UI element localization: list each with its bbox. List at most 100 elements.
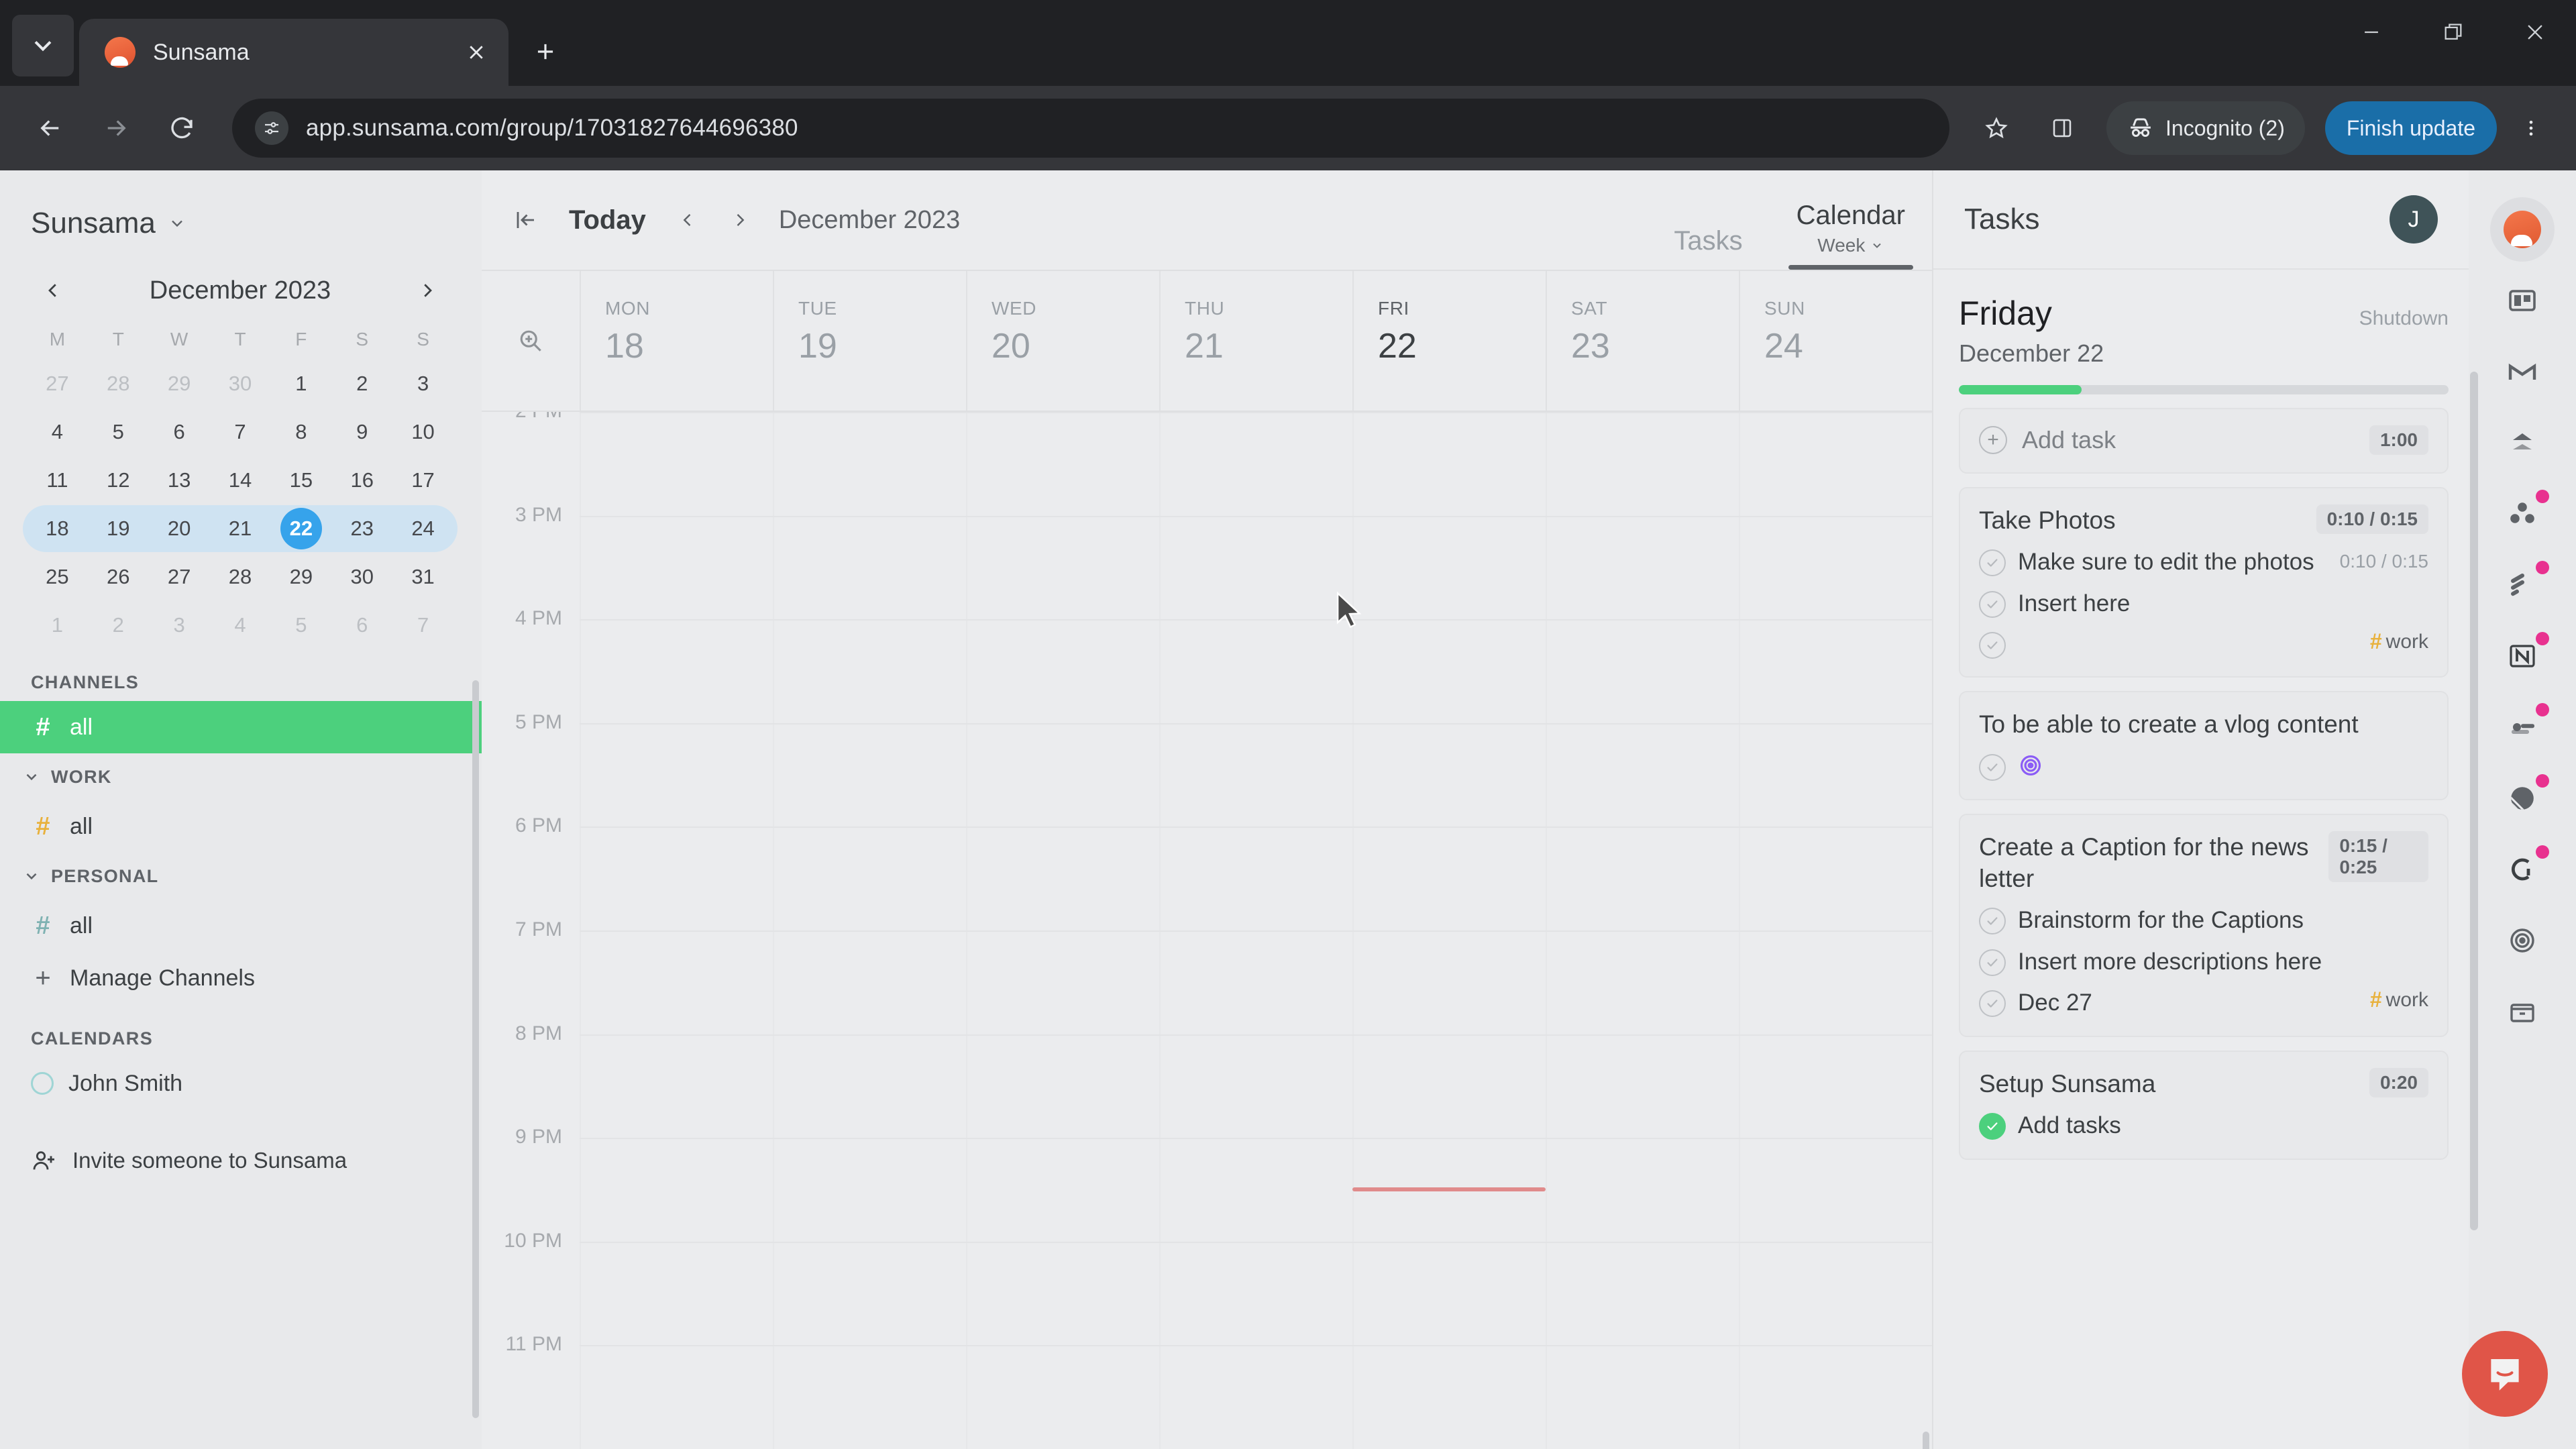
calendar-slot[interactable] (1159, 413, 1352, 516)
calendar-slot[interactable] (1546, 1242, 1739, 1346)
task-time-pill[interactable]: 0:15 / 0:25 (2328, 830, 2428, 882)
calendar-slot[interactable] (1546, 1035, 1739, 1138)
rail-item-jira[interactable] (2490, 695, 2555, 759)
mini-cal-day[interactable]: 27 (27, 360, 88, 408)
calendar-slot[interactable] (580, 1242, 773, 1346)
mini-cal-day[interactable]: 18 (27, 504, 88, 553)
zoom-control[interactable] (482, 271, 580, 411)
task-card[interactable]: Create a Caption for the news letter 0:15… (1959, 813, 2449, 1037)
mini-cal-next-button[interactable] (409, 272, 445, 309)
browser-tab[interactable]: Sunsama (79, 19, 508, 86)
mini-cal-day[interactable]: 28 (88, 360, 149, 408)
calendar-slot[interactable] (1739, 1035, 1932, 1138)
rail-item-goals[interactable] (2490, 908, 2555, 973)
calendar-slot[interactable] (1546, 621, 1739, 723)
task-time-pill[interactable]: 0:10 / 0:15 (2316, 504, 2428, 534)
calendar-slot[interactable] (966, 1346, 1159, 1449)
task-footer-row[interactable]: Dec 27 # work (1979, 987, 2428, 1018)
sidebar-group-personal[interactable]: PERSONAL (0, 853, 482, 900)
calendar-slot[interactable] (966, 724, 1159, 827)
mini-cal-day[interactable]: 21 (210, 504, 271, 553)
mini-cal-day[interactable]: 7 (210, 408, 271, 456)
manage-channels-button[interactable]: + Manage Channels (0, 952, 482, 1004)
calendar-slot[interactable] (1159, 621, 1352, 723)
calendar-slot[interactable] (1739, 1139, 1932, 1242)
forward-button[interactable] (86, 98, 146, 158)
check-circle-icon[interactable] (1979, 590, 2006, 618)
check-circle-icon[interactable] (1979, 1113, 2006, 1140)
calendar-slot[interactable] (1352, 413, 1546, 516)
task-channel-tag[interactable]: # work (2370, 987, 2428, 1012)
calendar-slot[interactable] (1352, 517, 1546, 620)
today-button[interactable]: Today (562, 205, 653, 235)
mini-cal-day[interactable]: 2 (88, 601, 149, 649)
add-task-row[interactable]: + Add task 1:00 (1979, 425, 2428, 455)
mini-cal-day[interactable]: 6 (149, 408, 210, 456)
collapse-sidebar-button[interactable] (507, 201, 545, 239)
sidebar-channel-work-all[interactable]: # all (0, 800, 482, 853)
calendar-slot[interactable] (1159, 931, 1352, 1034)
day-column-tue[interactable]: TUE 19 (773, 271, 966, 411)
mini-cal-day[interactable]: 11 (27, 456, 88, 504)
calendar-slot[interactable] (1352, 1242, 1546, 1346)
calendar-slot[interactable] (1546, 413, 1739, 516)
tab-tasks[interactable]: Tasks (1647, 170, 1769, 270)
day-column-fri[interactable]: FRI 22 (1352, 271, 1546, 411)
calendar-slot[interactable] (1739, 1346, 1932, 1449)
day-column-thu[interactable]: THU 21 (1159, 271, 1352, 411)
calendar-slot[interactable] (773, 1139, 966, 1242)
sidebar-channel-personal-all[interactable]: # all (0, 900, 482, 952)
calendar-slot[interactable] (1546, 1346, 1739, 1449)
mini-cal-day[interactable]: 3 (149, 601, 210, 649)
day-column-sat[interactable]: SAT 23 (1546, 271, 1739, 411)
calendar-slot[interactable] (773, 413, 966, 516)
rail-item-sunsama[interactable] (2490, 197, 2555, 262)
calendar-slot[interactable] (1739, 724, 1932, 827)
mini-cal-day[interactable]: 8 (270, 408, 331, 456)
calendar-slot[interactable] (580, 1139, 773, 1242)
task-card[interactable]: Take Photos 0:10 / 0:15 Make sure to edit … (1959, 487, 2449, 678)
calendar-slot[interactable] (1159, 1346, 1352, 1449)
mini-cal-day[interactable]: 19 (88, 504, 149, 553)
sidebar-scrollbar[interactable] (472, 680, 479, 1418)
maximize-button[interactable] (2412, 0, 2494, 64)
calendar-slot[interactable] (773, 828, 966, 930)
calendar-slot[interactable] (580, 724, 773, 827)
calendar-slot[interactable] (1352, 724, 1546, 827)
calendar-slot[interactable] (1546, 931, 1739, 1034)
sidebar-calendar-john-smith[interactable]: John Smith (0, 1057, 482, 1110)
calendar-slot[interactable] (580, 1346, 773, 1449)
tab-search-button[interactable] (12, 15, 74, 76)
calendar-slot[interactable] (966, 1242, 1159, 1346)
rail-item-notion[interactable] (2490, 624, 2555, 688)
calendar-slot[interactable] (1739, 413, 1932, 516)
calendar-slot[interactable] (966, 517, 1159, 620)
calendar-grid[interactable]: 2 PM 3 PM 4 PM 5 PM 6 PM 7 PM 8 PM 9 PM 10 PM 11 … (482, 412, 1932, 1449)
calendar-slot[interactable] (773, 931, 966, 1034)
next-week-button[interactable] (722, 203, 757, 237)
mini-cal-day[interactable]: 26 (88, 553, 149, 601)
calendar-slot[interactable] (1159, 828, 1352, 930)
calendar-slot[interactable] (1546, 517, 1739, 620)
mini-cal-day[interactable]: 4 (210, 601, 271, 649)
mini-cal-day[interactable]: 5 (270, 601, 331, 649)
calendar-slot[interactable] (773, 621, 966, 723)
reload-button[interactable] (152, 98, 212, 158)
check-circle-icon[interactable] (1979, 949, 2006, 976)
mini-cal-day[interactable]: 22 (270, 504, 331, 553)
new-tab-button[interactable] (521, 27, 570, 76)
calendar-slot[interactable] (773, 1242, 966, 1346)
calendar-slot[interactable] (580, 931, 773, 1034)
mini-cal-day[interactable]: 1 (27, 601, 88, 649)
tab-close-button[interactable] (459, 35, 494, 70)
rail-item-slack[interactable] (2490, 411, 2555, 475)
mini-cal-day[interactable]: 27 (149, 553, 210, 601)
side-panel-button[interactable] (2035, 101, 2089, 155)
calendar-slot[interactable] (1159, 724, 1352, 827)
calendar-slot[interactable] (773, 724, 966, 827)
sidebar-group-work[interactable]: WORK (0, 753, 482, 800)
calendar-slot[interactable] (1159, 517, 1352, 620)
mini-cal-day[interactable]: 25 (27, 553, 88, 601)
minimize-button[interactable] (2330, 0, 2412, 64)
avatar[interactable]: J (2390, 195, 2438, 244)
